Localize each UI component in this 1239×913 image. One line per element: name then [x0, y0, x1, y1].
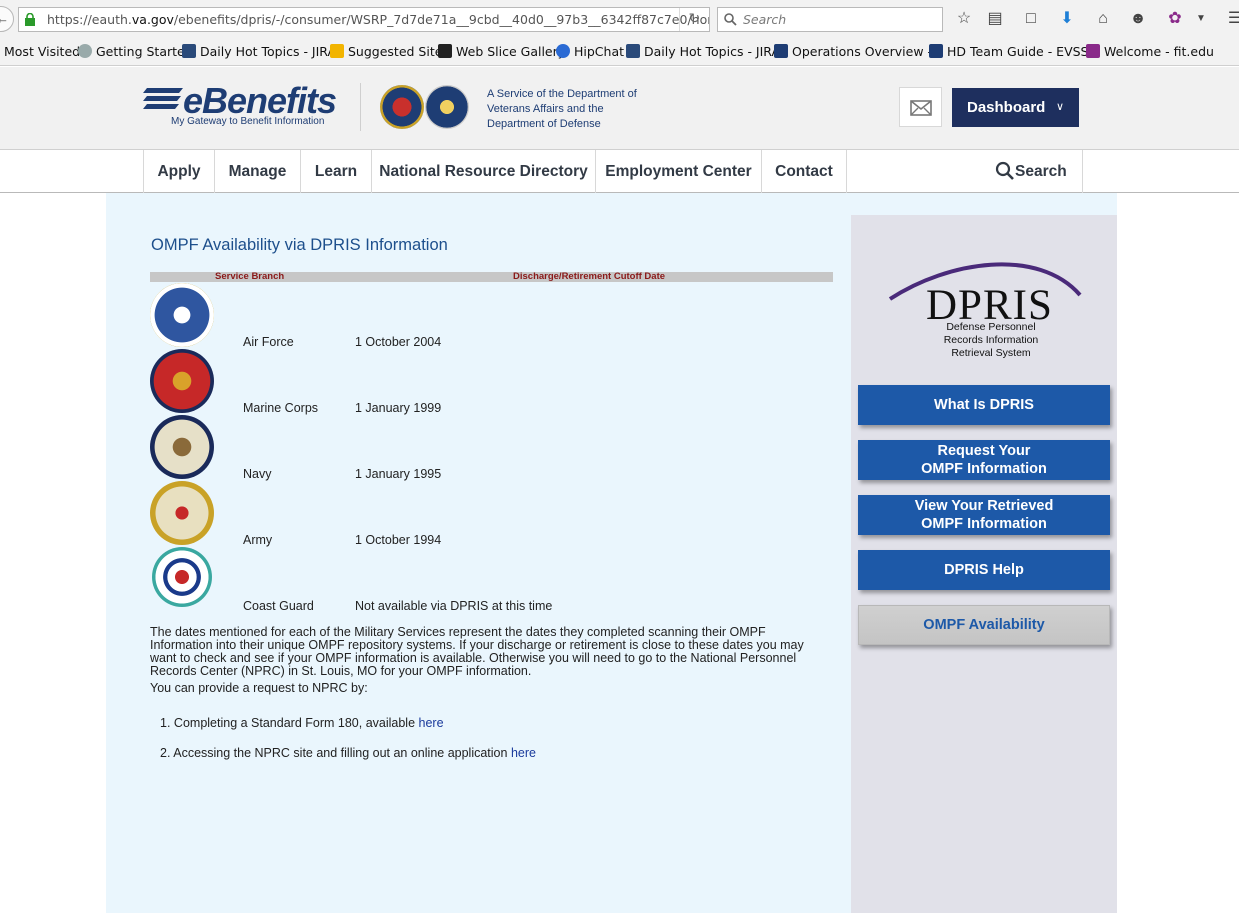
nav-employment-center[interactable]: Employment Center: [595, 150, 761, 193]
bookmark-item[interactable]: HD Team Guide - EVSS...: [929, 44, 1100, 59]
va-seal-icon: [380, 85, 424, 129]
dpris-help-button[interactable]: DPRIS Help: [858, 550, 1110, 590]
search-icon: [724, 13, 737, 26]
dpris-logo: DPRIS Defense Personnel Records Informat…: [888, 255, 1083, 359]
nprc-here-link[interactable]: here: [511, 746, 536, 760]
extension-menu-icon[interactable]: ▼: [1190, 8, 1212, 30]
header-divider: [360, 83, 361, 131]
hipchat-icon: [556, 44, 570, 58]
army-seal-icon: [150, 481, 214, 545]
column-header-date: Discharge/Retirement Cutoff Date: [513, 271, 666, 282]
menu-icon[interactable]: ☰: [1224, 8, 1239, 30]
nav-search-button[interactable]: Search: [981, 150, 1083, 193]
url-bar[interactable]: https://eauth.va.gov/ebenefits/dpris/-/c…: [18, 7, 710, 32]
chat-icon[interactable]: ☻: [1127, 8, 1149, 30]
globe-icon: [78, 44, 92, 58]
pocket-icon[interactable]: □: [1020, 8, 1042, 30]
bookmarks-bar: Most Visited Getting Started Daily Hot T…: [0, 38, 1239, 66]
bookmark-item[interactable]: Operations Overview -...: [774, 44, 944, 59]
request-ompf-button[interactable]: Request Your OMPF Information: [858, 440, 1110, 480]
browser-toolbar: ← https://eauth.va.gov/ebenefits/dpris/-…: [0, 0, 1239, 38]
table-row: Marine Corps 1 January 1999: [150, 349, 833, 415]
navy-seal-icon: [150, 415, 214, 479]
ompf-availability-button[interactable]: OMPF Availability: [858, 605, 1110, 645]
browser-search-input[interactable]: Search: [717, 7, 943, 32]
main-nav: Apply Manage Learn National Resource Dir…: [0, 149, 1239, 193]
branch-date: Not available via DPRIS at this time: [355, 599, 553, 613]
bookmark-item[interactable]: Welcome - fit.edu: [1086, 44, 1214, 59]
lock-icon: [25, 13, 35, 26]
dod-seal-icon: [425, 85, 469, 129]
web-slice-icon: [438, 44, 452, 58]
reload-icon[interactable]: ↻: [679, 8, 709, 31]
bookmark-item[interactable]: Web Slice Gallery: [438, 44, 565, 59]
extension-icon[interactable]: ✿: [1164, 8, 1186, 30]
table-row: Air Force 1 October 2004: [150, 283, 833, 349]
dpris-subtitle: Defense Personnel Records Information Re…: [943, 321, 1039, 359]
mail-icon: [910, 100, 932, 116]
confluence-icon: [929, 44, 943, 58]
nav-manage[interactable]: Manage: [214, 150, 300, 193]
site-header: eBenefits My Gateway to Benefit Informat…: [0, 67, 1239, 149]
list-item: 1. Completing a Standard Form 180, avail…: [160, 716, 444, 730]
dashboard-button[interactable]: Dashboard ∨: [952, 88, 1079, 127]
air-force-seal-icon: [150, 283, 214, 347]
bookmark-item[interactable]: Most Visited: [4, 44, 80, 59]
nav-apply[interactable]: Apply: [143, 150, 214, 193]
column-header-branch: Service Branch: [215, 271, 285, 282]
bookmark-item[interactable]: Daily Hot Topics - JIRA: [626, 44, 780, 59]
page-title: OMPF Availability via DPRIS Information: [151, 236, 448, 254]
branch-date: 1 October 1994: [355, 533, 442, 547]
table-row: Navy 1 January 1995: [150, 415, 833, 481]
marine-corps-seal-icon: [150, 349, 214, 413]
table-row: Army 1 October 1994: [150, 481, 833, 547]
flag-stripes-icon: [143, 88, 183, 109]
list-item: 2. Accessing the NPRC site and filling o…: [160, 746, 536, 760]
bookmark-item[interactable]: Getting Started: [78, 44, 193, 59]
branch-name: Army: [243, 533, 273, 547]
nav-learn[interactable]: Learn: [300, 150, 371, 193]
bookmark-item[interactable]: Daily Hot Topics - JIRA: [182, 44, 336, 59]
bookmark-item[interactable]: HipChat: [556, 44, 624, 59]
back-button[interactable]: ←: [0, 6, 14, 32]
branch-date: 1 October 2004: [355, 335, 442, 349]
bing-icon: [330, 44, 344, 58]
logo-tagline: My Gateway to Benefit Information: [171, 116, 325, 127]
service-description: A Service of the Department of Veterans …: [487, 88, 637, 130]
view-retrieved-ompf-button[interactable]: View Your Retrieved OMPF Information: [858, 495, 1110, 535]
fit-edu-icon: [1086, 44, 1100, 58]
what-is-dpris-button[interactable]: What Is DPRIS: [858, 385, 1110, 425]
nav-national-resource-directory[interactable]: National Resource Directory: [371, 150, 595, 193]
branch-name: Marine Corps: [243, 401, 319, 415]
branch-date: 1 January 1999: [355, 401, 442, 415]
branch-name: Air Force: [243, 335, 294, 349]
bookmark-star-icon[interactable]: ☆: [953, 8, 975, 30]
ebenefits-logo[interactable]: eBenefits My Gateway to Benefit Informat…: [143, 80, 343, 129]
sf180-here-link[interactable]: here: [419, 716, 444, 730]
explanation-paragraph: The dates mentioned for each of the Mili…: [150, 625, 804, 678]
home-icon[interactable]: ⌂: [1092, 8, 1114, 30]
mail-button[interactable]: [899, 87, 942, 127]
download-icon[interactable]: ⬇: [1056, 8, 1078, 30]
request-intro: You can provide a request to NPRC by:: [150, 681, 368, 695]
url-text: https://eauth.va.gov/ebenefits/dpris/-/c…: [47, 12, 710, 27]
search-icon: [995, 161, 1014, 180]
bookmark-item[interactable]: Suggested Sites: [330, 44, 449, 59]
chevron-down-icon: ∨: [1055, 101, 1064, 113]
nav-contact[interactable]: Contact: [761, 150, 847, 193]
confluence-icon: [774, 44, 788, 58]
table-header: Service Branch Discharge/Retirement Cuto…: [150, 271, 833, 282]
branch-date: 1 January 1995: [355, 467, 442, 481]
branch-name: Coast Guard: [243, 599, 314, 613]
branch-name: Navy: [243, 467, 272, 481]
jira-icon: [626, 44, 640, 58]
jira-icon: [182, 44, 196, 58]
table-row: Coast Guard Not available via DPRIS at t…: [150, 547, 833, 613]
coast-guard-seal-icon: [152, 547, 212, 607]
reading-list-icon[interactable]: ▤: [984, 8, 1006, 30]
